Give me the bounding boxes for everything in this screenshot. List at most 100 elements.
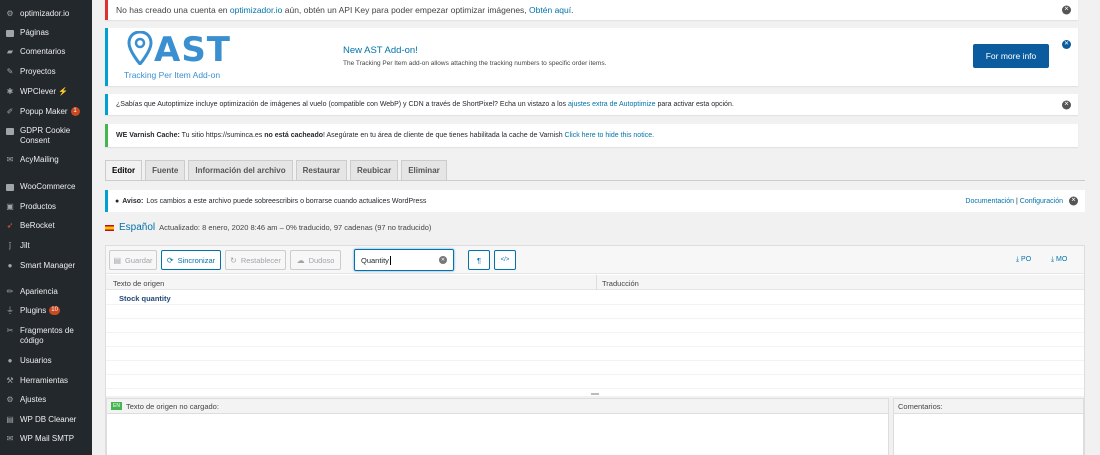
cookie-icon <box>5 126 15 136</box>
sidebar-item-fragmentos[interactable]: ✂ Fragmentos de código <box>0 326 92 346</box>
empty-row <box>106 319 1084 333</box>
sidebar-item-comentarios[interactable]: ▰ Comentarios <box>0 47 92 57</box>
divider <box>105 180 1085 181</box>
editor-toolbar: ▤ Guardar ⟳ Sincronizar ↻ Restablecer ☁ Dudo… <box>106 246 1084 274</box>
get-api-key-link[interactable]: Obtén aquí <box>529 5 571 15</box>
code-view-toggle[interactable]: </> <box>494 250 516 270</box>
sync-button[interactable]: ⟳ Sincronizar <box>161 250 221 270</box>
invisibles-toggle[interactable]: ¶ <box>468 250 490 270</box>
sync-icon: ⟳ <box>166 255 174 265</box>
pin-icon: ✎ <box>6 67 14 76</box>
save-icon: ▤ <box>113 255 122 265</box>
empty-row <box>106 347 1084 361</box>
search-input[interactable]: Quantity ✕ <box>354 249 454 271</box>
sidebar-item-berocket[interactable]: ➶ BeRocket <box>0 221 92 231</box>
info-icon: ● <box>115 197 120 205</box>
db-icon: ▤ <box>6 415 14 424</box>
ast-title: New AST Add-on! <box>343 45 418 56</box>
sidebar-item-wpclever[interactable]: ✱ WPClever ⚡ <box>0 87 92 97</box>
language-status: Español Actualizado: 8 enero, 2020 8:46 … <box>105 222 431 233</box>
optimizador-link[interactable]: optimizador.io <box>230 5 282 15</box>
sidebar-item-smart-manager[interactable]: ● Smart Manager <box>0 261 92 271</box>
close-icon[interactable]: ✕ <box>1062 5 1071 15</box>
admin-sidebar: ⚙ optimizador.io Páginas ▰ Comentarios ✎ Pr… <box>0 0 92 455</box>
tab-eliminar[interactable]: Eliminar <box>401 160 447 180</box>
brush-icon: ✏ <box>6 287 14 296</box>
translation-editor: ▤ Guardar ⟳ Sincronizar ↻ Restablecer ☁ Dudo… <box>105 245 1085 455</box>
sidebar-item-acymailing[interactable]: ✉ AcyMailing <box>0 155 92 165</box>
box-icon: ▣ <box>6 202 14 211</box>
sidebar-item-popup-maker[interactable]: ✐ Popup Maker 1 <box>0 107 92 117</box>
sidebar-item-wp-mail-smtp[interactable]: ✉ WP Mail SMTP <box>0 434 92 444</box>
hide-notice-link[interactable]: Click here to hide this notice. <box>565 132 655 139</box>
sidebar-item-ajustes[interactable]: ⚙ Ajustes <box>0 395 92 405</box>
sidebar-item-herramientas[interactable]: ⚒ Herramientas <box>0 376 92 386</box>
autoptimize-notice: ¿Sabías que Autoptimize incluye optimiza… <box>105 94 1078 115</box>
comments-pane: Comentarios: <box>893 398 1084 455</box>
sidebar-item-woocommerce[interactable]: WooCommerce <box>0 182 92 192</box>
ast-addon-notice: AST Tracking Per Item Add-on New AST Add… <box>105 28 1078 86</box>
api-key-notice: No has creado una cuenta en optimizador.… <box>105 0 1078 20</box>
gear-icon: ⚙ <box>6 9 14 18</box>
plug-icon: ⏚ <box>6 306 14 315</box>
empty-row <box>106 375 1084 389</box>
tab-restaurar[interactable]: Restaurar <box>295 160 347 180</box>
download-mo-button[interactable]: ⤓ MO <box>1051 256 1067 264</box>
comment-icon: ▰ <box>6 47 14 56</box>
bolt-icon: ⚡ <box>58 87 68 96</box>
download-po-button[interactable]: ⤓ PO <box>1016 256 1031 264</box>
tab-informacion[interactable]: Información del archivo <box>188 160 293 180</box>
close-icon[interactable]: ✕ <box>1069 196 1078 206</box>
spain-flag-icon <box>105 224 114 231</box>
sidebar-item-proyectos[interactable]: ✎ Proyectos <box>0 67 92 77</box>
user-icon: ● <box>7 261 13 270</box>
sidebar-item-optimizador[interactable]: ⚙ optimizador.io <box>0 9 92 19</box>
scissors-icon: ✂ <box>6 326 14 335</box>
popup-icon: ✐ <box>6 107 14 116</box>
location-pin-icon <box>127 31 153 65</box>
close-icon[interactable]: ✕ <box>1062 100 1071 109</box>
update-badge: 1 <box>70 107 80 116</box>
sidebar-item-jilt[interactable]: ǰ Jilt <box>0 241 92 251</box>
pages-icon <box>5 28 15 38</box>
tab-reubicar[interactable]: Reubicar <box>349 160 399 180</box>
sidebar-item-gdpr[interactable]: GDPR Cookie Consent <box>0 126 92 146</box>
language-name[interactable]: Español <box>119 222 155 233</box>
sidebar-item-paginas[interactable]: Páginas <box>0 28 92 38</box>
empty-row <box>106 333 1084 347</box>
save-button[interactable]: ▤ Guardar <box>109 250 157 270</box>
sidebar-item-productos[interactable]: ▣ Productos <box>0 202 92 212</box>
sidebar-item-usuarios[interactable]: ● Usuarios <box>0 356 92 366</box>
documentation-link[interactable]: Documentación <box>965 198 1014 205</box>
star-icon: ✱ <box>6 87 14 96</box>
varnish-notice: WE Varnish Cache: Tu sitio https://sumin… <box>105 124 1078 147</box>
resize-handle[interactable] <box>591 393 599 395</box>
fuzzy-button[interactable]: ☁ Dudoso <box>290 250 341 270</box>
revert-button[interactable]: ↻ Restablecer <box>225 250 286 270</box>
table-header: Texto de origen Traducción <box>106 275 1084 290</box>
autoptimize-settings-link[interactable]: ajustes extra de Autoptimize <box>568 101 656 108</box>
source-pane: EN Texto de origen no cargado: <box>106 398 889 455</box>
sidebar-item-wp-db-cleaner[interactable]: ▤ WP DB Cleaner <box>0 415 92 425</box>
sidebar-item-plugins[interactable]: ⏚ Plugins 10 <box>0 306 92 316</box>
settings-link[interactable]: Configuración <box>1020 198 1063 205</box>
jilt-icon: ǰ <box>9 241 11 250</box>
wrench-icon: ⚒ <box>6 376 14 385</box>
sidebar-item-apariencia[interactable]: ✏ Apariencia <box>0 287 92 297</box>
cloud-icon: ☁ <box>296 255 305 265</box>
ast-description: The Tracking Per Item add-on allows atta… <box>343 60 607 67</box>
close-icon[interactable]: ✕ <box>1062 40 1071 49</box>
users-icon: ● <box>7 356 13 365</box>
ast-logo: AST Tracking Per Item Add-on <box>124 30 231 80</box>
table-row[interactable]: Stock quantity <box>106 291 1084 305</box>
clear-icon[interactable]: ✕ <box>439 256 447 264</box>
envelope-icon: ✉ <box>6 434 14 443</box>
empty-row <box>106 305 1084 319</box>
warning-notice: ● Aviso: Los cambios a este archivo pued… <box>105 190 1085 212</box>
for-more-info-button[interactable]: For more info <box>973 44 1049 68</box>
update-badge: 10 <box>49 306 60 315</box>
column-separator[interactable] <box>596 275 597 290</box>
tab-fuente[interactable]: Fuente <box>145 160 186 180</box>
tab-editor[interactable]: Editor <box>105 160 143 180</box>
en-badge: EN <box>111 402 122 410</box>
